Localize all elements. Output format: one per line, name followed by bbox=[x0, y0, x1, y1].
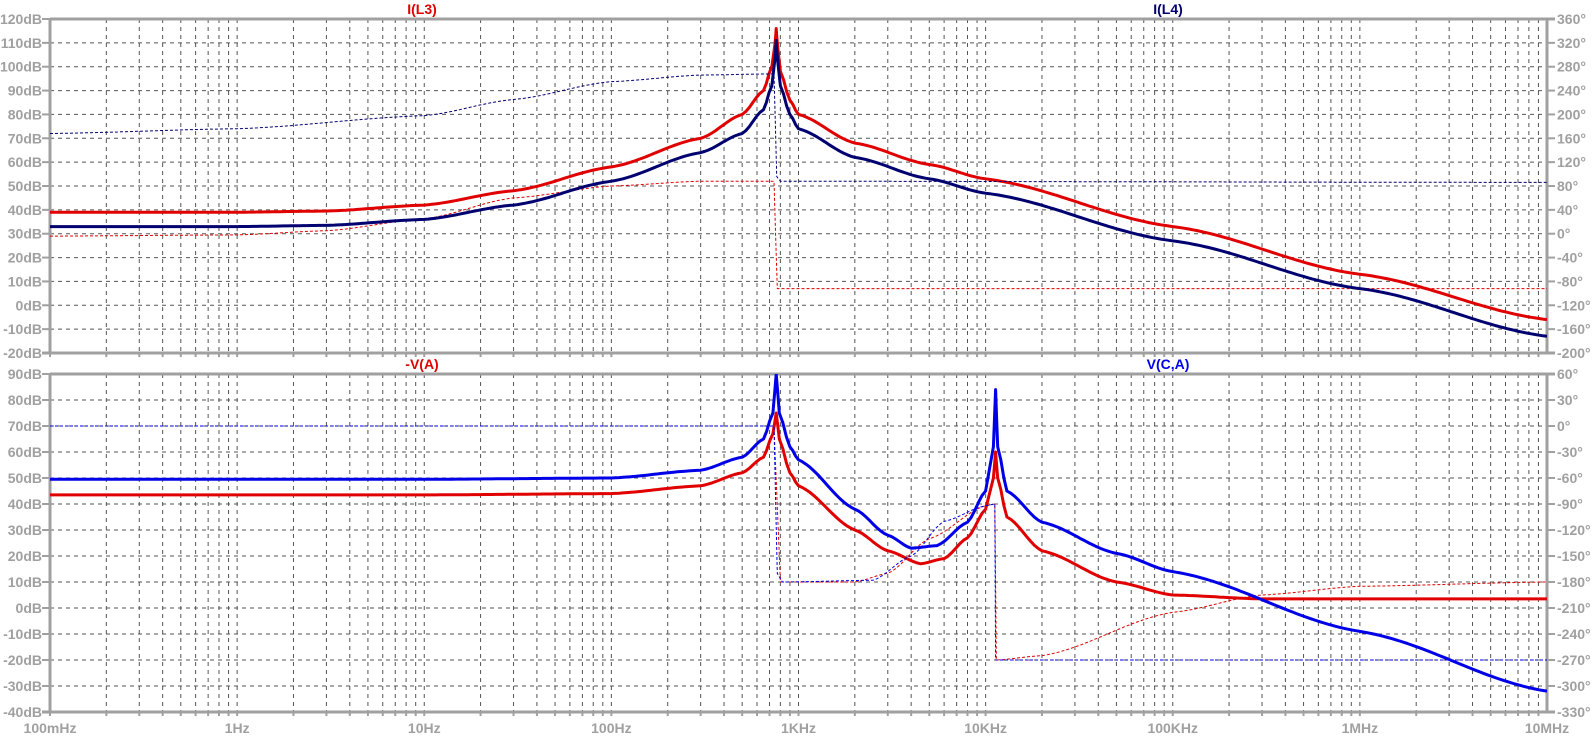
x-tick-label: 100mHz bbox=[24, 720, 77, 736]
x-tick-label: 10KHz bbox=[964, 720, 1007, 736]
y-tick-label-db: 100dB bbox=[0, 59, 42, 75]
y-tick-label-phase: 40° bbox=[1557, 202, 1578, 218]
y-tick-label-phase: 160° bbox=[1557, 130, 1586, 146]
y-tick-label-db: 60dB bbox=[8, 154, 42, 170]
panel-1: 120dB 110dB 100dB 90dB 80dB 70dB 60dB 50dB 40dB 3… bbox=[0, 1, 1591, 361]
y-tick-label-db: -30dB bbox=[3, 678, 42, 694]
y-tick-label-db: 0dB bbox=[16, 297, 42, 313]
y-tick-label-db: -10dB bbox=[3, 626, 42, 642]
y-tick-label-phase: 240° bbox=[1557, 83, 1586, 99]
y-tick-label-db: 70dB bbox=[8, 418, 42, 434]
y-tick-label-db: 50dB bbox=[8, 178, 42, 194]
y-tick-label-phase: -210° bbox=[1557, 600, 1591, 616]
magnitude-trace bbox=[50, 374, 1547, 693]
trace-title: V(C,A) bbox=[1147, 356, 1190, 372]
y-tick-label-phase: 80° bbox=[1557, 178, 1578, 194]
y-tick-label-db: 50dB bbox=[8, 470, 42, 486]
y-tick-label-db: 110dB bbox=[1, 35, 42, 51]
panel-2: 90dB 80dB 70dB 60dB 50dB 40dB 30dB 20dB 10dB 0dB -… bbox=[3, 356, 1591, 736]
y-tick-label-phase: 0° bbox=[1557, 226, 1570, 242]
y-tick-label-db: 80dB bbox=[8, 392, 42, 408]
x-tick-label: 10Hz bbox=[408, 720, 441, 736]
y-tick-label-phase: 120° bbox=[1557, 154, 1586, 170]
x-tick-label: 1Hz bbox=[225, 720, 250, 736]
x-tick-label: 100Hz bbox=[591, 720, 631, 736]
y-tick-label-db: 30dB bbox=[8, 522, 42, 538]
trace-title: -V(A) bbox=[405, 356, 438, 372]
trace-title: I(L3) bbox=[407, 1, 437, 17]
y-tick-label-phase: -150° bbox=[1557, 548, 1591, 564]
y-tick-label-phase: -90° bbox=[1557, 496, 1583, 512]
y-tick-label-phase: 200° bbox=[1557, 106, 1586, 122]
y-tick-label-phase: -330° bbox=[1557, 704, 1591, 720]
y-tick-label-db: -40dB bbox=[3, 704, 42, 720]
y-tick-label-phase: 320° bbox=[1557, 35, 1586, 51]
y-tick-label-db: 60dB bbox=[8, 444, 42, 460]
y-tick-label-db: -20dB bbox=[3, 345, 42, 361]
y-tick-label-db: 30dB bbox=[8, 226, 42, 242]
y-tick-label-db: -20dB bbox=[3, 652, 42, 668]
y-tick-label-phase: -120° bbox=[1557, 297, 1591, 313]
y-tick-label-phase: -60° bbox=[1557, 470, 1583, 486]
x-tick-label: 100KHz bbox=[1147, 720, 1198, 736]
y-tick-label-phase: -200° bbox=[1557, 345, 1591, 361]
y-tick-label-phase: 280° bbox=[1557, 59, 1586, 75]
x-tick-label: 1MHz bbox=[1342, 720, 1379, 736]
y-tick-label-phase: -40° bbox=[1557, 250, 1583, 266]
y-tick-label-db: 40dB bbox=[8, 496, 42, 512]
y-tick-label-phase: 0° bbox=[1557, 418, 1570, 434]
y-tick-label-phase: -180° bbox=[1557, 574, 1591, 590]
y-tick-label-db: 40dB bbox=[8, 202, 42, 218]
trace-title: I(L4) bbox=[1153, 1, 1183, 17]
y-tick-label-phase: -30° bbox=[1557, 444, 1583, 460]
y-tick-label-db: 120dB bbox=[0, 11, 42, 27]
y-tick-label-db: -10dB bbox=[3, 321, 42, 337]
series-V(C,A) bbox=[50, 374, 1547, 693]
bode-plot: 120dB 110dB 100dB 90dB 80dB 70dB 60dB 50dB 40dB 3… bbox=[0, 1, 1591, 736]
y-tick-label-db: 0dB bbox=[16, 600, 42, 616]
y-tick-label-phase: -80° bbox=[1557, 273, 1583, 289]
y-tick-label-db: 90dB bbox=[8, 83, 42, 99]
y-tick-label-db: 20dB bbox=[8, 250, 42, 266]
y-tick-label-db: 70dB bbox=[8, 130, 42, 146]
y-tick-label-phase: 360° bbox=[1557, 11, 1586, 27]
y-tick-label-phase: 60° bbox=[1557, 366, 1578, 382]
x-tick-label: 10MHz bbox=[1525, 720, 1569, 736]
y-tick-label-db: 20dB bbox=[8, 548, 42, 564]
y-tick-label-db: 10dB bbox=[8, 574, 42, 590]
y-tick-label-phase: -240° bbox=[1557, 626, 1591, 642]
y-tick-label-db: 10dB bbox=[8, 273, 42, 289]
y-tick-label-phase: -120° bbox=[1557, 522, 1591, 538]
y-tick-label-phase: -160° bbox=[1557, 321, 1591, 337]
y-tick-label-phase: 30° bbox=[1557, 392, 1578, 408]
y-tick-label-phase: -270° bbox=[1557, 652, 1591, 668]
y-tick-label-phase: -300° bbox=[1557, 678, 1591, 694]
y-tick-label-db: 90dB bbox=[8, 366, 42, 382]
y-tick-label-db: 80dB bbox=[8, 106, 42, 122]
x-tick-label: 1KHz bbox=[781, 720, 816, 736]
